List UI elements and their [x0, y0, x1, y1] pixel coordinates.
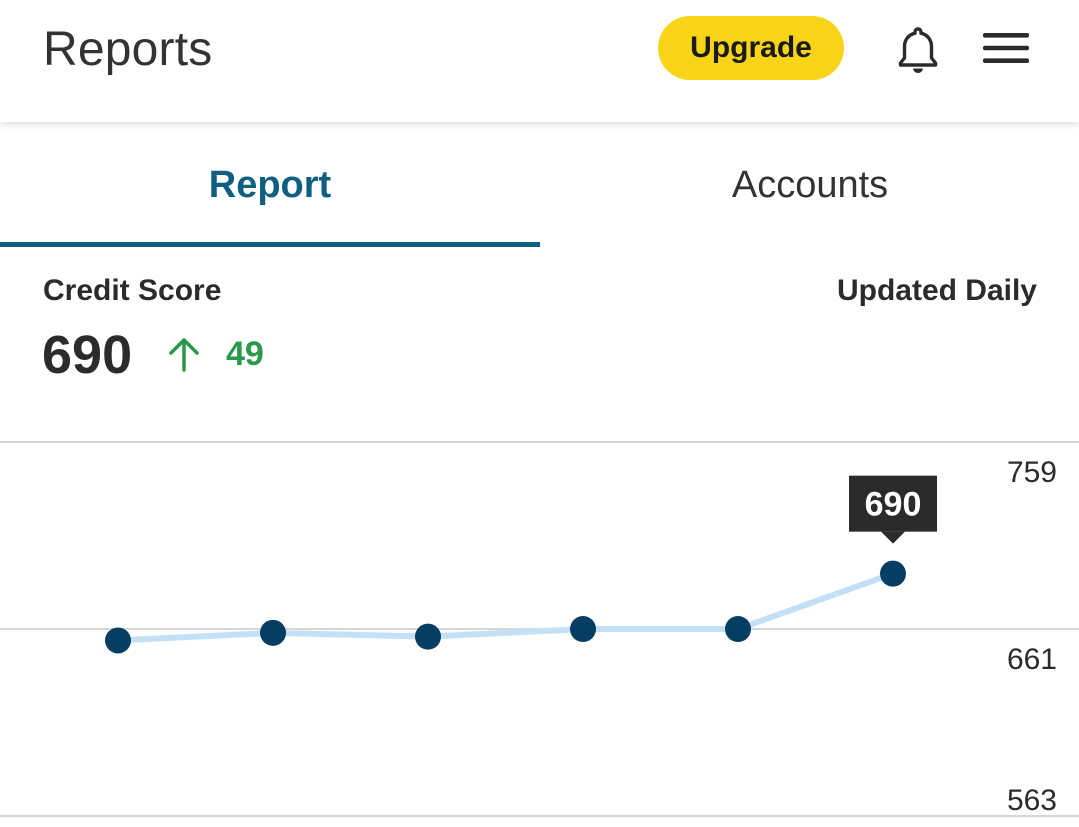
- chart-point[interactable]: [415, 623, 441, 650]
- chart-point[interactable]: [105, 627, 131, 654]
- arrow-up-icon: [164, 334, 204, 374]
- chart-point[interactable]: [570, 616, 596, 642]
- y-tick-label: 661: [1007, 643, 1057, 676]
- active-tab-indicator: [0, 242, 540, 247]
- chart-points: [105, 560, 906, 654]
- upgrade-button[interactable]: Upgrade: [658, 16, 844, 80]
- score-series-line: [115, 570, 896, 644]
- chart-point[interactable]: [880, 560, 906, 587]
- hamburger-menu-icon[interactable]: [978, 20, 1034, 76]
- score-tooltip: 690: [849, 475, 937, 544]
- page-title: Reports: [43, 23, 213, 76]
- score-change-value: 49: [226, 335, 264, 373]
- chart-point[interactable]: [725, 616, 751, 642]
- chart-y-ticks: 759 661 563: [1007, 456, 1057, 817]
- credit-score-label: Credit Score: [43, 274, 222, 307]
- credit-score-chart: 759 661 563 690: [0, 441, 1079, 817]
- y-tick-label: 759: [1007, 456, 1057, 489]
- bell-icon[interactable]: [890, 22, 946, 78]
- tooltip-pointer: [881, 531, 905, 544]
- chart-point[interactable]: [260, 619, 286, 646]
- tab-report[interactable]: Report: [0, 122, 540, 248]
- app-header: Reports Upgrade: [0, 0, 1079, 122]
- updated-daily-label: Updated Daily: [836, 274, 1037, 307]
- y-tick-label: 563: [1007, 784, 1057, 817]
- tooltip-value: 690: [865, 486, 922, 524]
- tab-accounts[interactable]: Accounts: [540, 122, 1079, 248]
- tab-bar: Report Accounts: [0, 122, 1079, 248]
- credit-score-value: 690: [42, 325, 133, 385]
